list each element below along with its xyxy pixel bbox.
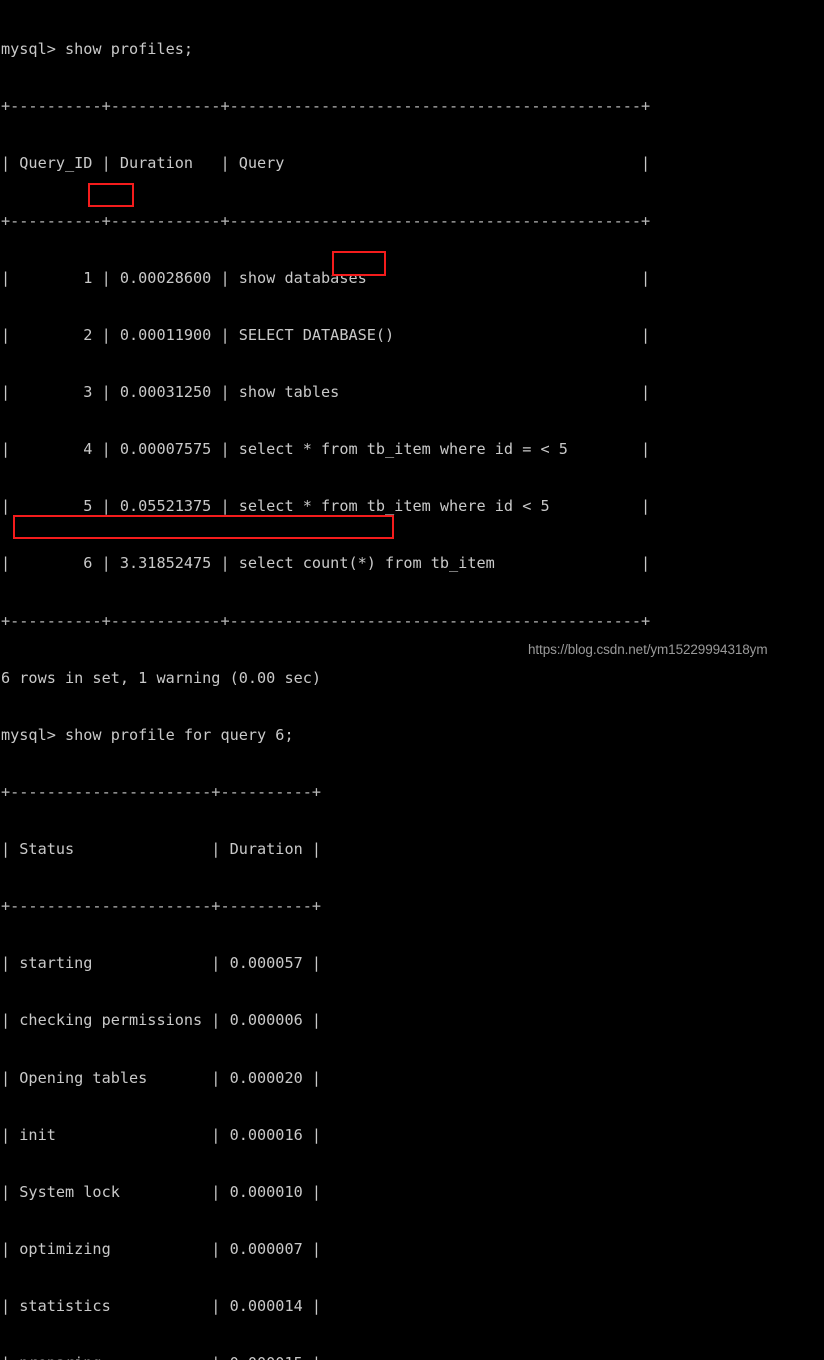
- terminal-line-profile-header: | Status | Duration |: [1, 840, 322, 859]
- terminal-line-table-rule: +----------+------------+---------------…: [1, 611, 651, 630]
- table-row: | 1 | 0.00028600 | show databases |: [1, 268, 651, 287]
- watermark-text: https://blog.csdn.net/ym15229994318ym: [528, 642, 768, 657]
- table-row: | statistics | 0.000014 |: [1, 1297, 322, 1316]
- table-row-highlighted-query-6: | 6 | 3.31852475 | select count(*) from …: [1, 554, 651, 573]
- terminal-line-command-show-profile-for-query: mysql> show profile for query 6;: [1, 725, 294, 744]
- terminal-output[interactable]: mysql> show profiles; +----------+------…: [0, 0, 824, 1360]
- table-row: | optimizing | 0.000007 |: [1, 1240, 322, 1259]
- terminal-line-command-show-profiles: mysql> show profiles;: [1, 40, 194, 59]
- table-row: | System lock | 0.000010 |: [1, 1182, 322, 1201]
- table-row: | 5 | 0.05521375 | select * from tb_item…: [1, 497, 651, 516]
- terminal-line-profiles-header: | Query_ID | Duration | Query |: [1, 154, 651, 173]
- table-row: | Opening tables | 0.000020 |: [1, 1068, 322, 1087]
- table-row: | 4 | 0.00007575 | select * from tb_item…: [1, 440, 651, 459]
- terminal-line-table-rule: +----------+------------+---------------…: [1, 211, 651, 230]
- table-row: | init | 0.000016 |: [1, 1125, 322, 1144]
- table-row: | 3 | 0.00031250 | show tables |: [1, 382, 651, 401]
- table-row: | preparing | 0.000015 |: [1, 1354, 824, 1360]
- table-row: | 2 | 0.00011900 | SELECT DATABASE() |: [1, 325, 651, 344]
- table-row: | checking permissions | 0.000006 |: [1, 1011, 322, 1030]
- terminal-line-table-rule: +----------+------------+---------------…: [1, 97, 651, 116]
- terminal-line-table-rule: +----------------------+----------+: [1, 782, 322, 801]
- table-row: | starting | 0.000057 |: [1, 954, 322, 973]
- terminal-line-table-rule: +----------------------+----------+: [1, 897, 322, 916]
- profiles-result-footer: 6 rows in set, 1 warning (0.00 sec): [1, 668, 322, 687]
